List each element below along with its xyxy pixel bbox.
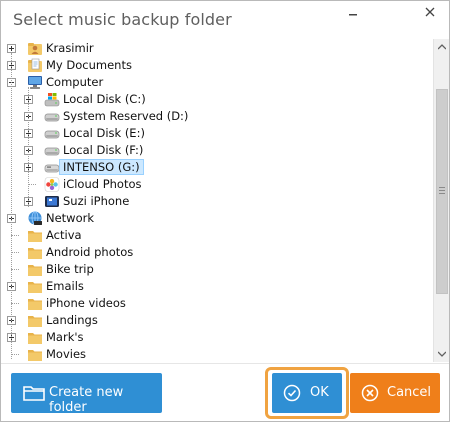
create-new-folder-button[interactable]: Create new folder bbox=[11, 373, 162, 415]
select-folder-dialog: Select music backup folder Krasimir My Do… bbox=[0, 0, 450, 422]
user-folder-icon bbox=[27, 41, 43, 56]
tree-row[interactable]: Local Disk (F:) bbox=[5, 142, 433, 159]
windows-drive-icon bbox=[44, 92, 60, 107]
tree-row[interactable]: Mark's bbox=[5, 329, 433, 346]
tree-row[interactable]: Emails bbox=[5, 278, 433, 295]
tree-row[interactable]: Computer bbox=[5, 74, 433, 91]
tree-row[interactable]: Movies bbox=[5, 346, 433, 362]
tree-item-label: Suzi iPhone bbox=[63, 194, 130, 208]
tree-item-label: Network bbox=[46, 211, 95, 225]
dialog-footer: Create new folder OK Cancel bbox=[1, 363, 449, 421]
tree-item-label-selected: INTENSO (G:) bbox=[59, 159, 144, 175]
expand-icon[interactable] bbox=[7, 44, 16, 53]
folder-icon bbox=[23, 386, 45, 401]
tree-item-label: Activa bbox=[46, 228, 82, 242]
create-new-folder-label: Create new folder bbox=[49, 385, 124, 415]
checkmark-circle-icon bbox=[283, 384, 301, 402]
close-icon bbox=[425, 7, 435, 17]
tree-connector bbox=[11, 53, 12, 359]
scroll-thumb[interactable] bbox=[436, 89, 448, 294]
tree-item-label: Local Disk (E:) bbox=[63, 126, 145, 140]
tree-item-label: Local Disk (C:) bbox=[63, 92, 146, 106]
tree-connector bbox=[28, 184, 36, 185]
folder-icon bbox=[27, 313, 43, 328]
tree-item-label: Landings bbox=[46, 313, 98, 327]
tree-item-label: Krasimir bbox=[46, 41, 94, 55]
tree-item-label: Emails bbox=[46, 279, 84, 293]
folder-icon bbox=[27, 262, 43, 277]
tree-item-label: Bike trip bbox=[46, 262, 94, 276]
scroll-up-button[interactable] bbox=[434, 39, 450, 55]
folder-icon bbox=[27, 347, 43, 362]
drive-icon bbox=[44, 109, 60, 124]
folder-icon bbox=[27, 245, 43, 260]
folder-icon bbox=[27, 330, 43, 345]
arrow-down-icon bbox=[438, 351, 446, 357]
computer-icon bbox=[27, 75, 43, 90]
cancel-button[interactable]: Cancel bbox=[350, 373, 440, 413]
tree-row[interactable]: iPhone videos bbox=[5, 295, 433, 312]
close-button[interactable] bbox=[415, 1, 445, 23]
minimize-icon bbox=[349, 14, 357, 16]
folder-icon bbox=[27, 279, 43, 294]
folder-tree[interactable]: Krasimir My Documents Computer Local Disk (… bbox=[5, 39, 433, 362]
tree-row[interactable]: INTENSO (G:) bbox=[5, 159, 433, 176]
dialog-title: Select music backup folder bbox=[13, 10, 232, 29]
cancel-circle-icon bbox=[361, 384, 379, 402]
documents-folder-icon bbox=[27, 58, 43, 73]
tree-item-label: Computer bbox=[46, 75, 104, 89]
drive-icon bbox=[44, 143, 60, 158]
ok-focus-ring: OK bbox=[265, 367, 349, 419]
tree-row[interactable]: My Documents bbox=[5, 57, 433, 74]
tree-row[interactable]: Network bbox=[5, 210, 433, 227]
usb-drive-icon bbox=[44, 160, 60, 175]
tree-row[interactable]: Local Disk (C:) bbox=[5, 91, 433, 108]
tree-connector bbox=[28, 87, 29, 207]
ok-button[interactable]: OK bbox=[272, 373, 342, 413]
tree-item-label: Mark's bbox=[46, 330, 84, 344]
tree-row[interactable]: Landings bbox=[5, 312, 433, 329]
tree-row[interactable]: Bike trip bbox=[5, 261, 433, 278]
tree-row[interactable]: Local Disk (E:) bbox=[5, 125, 433, 142]
tree-item-label: My Documents bbox=[46, 58, 132, 72]
tree-item-label: iPhone videos bbox=[46, 296, 126, 310]
tree-connector bbox=[11, 269, 19, 270]
tree-connector bbox=[11, 235, 19, 236]
drive-icon bbox=[44, 126, 60, 141]
scroll-down-button[interactable] bbox=[434, 346, 450, 362]
ok-label: OK bbox=[310, 385, 329, 400]
tree-item-label: Movies bbox=[46, 347, 87, 361]
tree-item-label: Android photos bbox=[46, 245, 134, 259]
tree-connector bbox=[11, 252, 19, 253]
minimize-button[interactable] bbox=[338, 1, 368, 23]
tree-connector bbox=[11, 354, 19, 355]
tree-row[interactable]: Activa bbox=[5, 227, 433, 244]
tree-row[interactable]: iCloud Photos bbox=[5, 176, 433, 193]
folder-icon bbox=[27, 228, 43, 243]
tree-item-label: Local Disk (F:) bbox=[63, 143, 144, 157]
tree-connector bbox=[11, 303, 19, 304]
folder-icon bbox=[27, 296, 43, 311]
icloud-photos-icon bbox=[44, 177, 60, 192]
tree-item-label: System Reserved (D:) bbox=[63, 109, 189, 123]
tree-row[interactable]: Android photos bbox=[5, 244, 433, 261]
iphone-icon bbox=[44, 194, 60, 209]
tree-row[interactable]: Krasimir bbox=[5, 40, 433, 57]
vertical-scrollbar[interactable] bbox=[433, 39, 449, 362]
tree-item-label: iCloud Photos bbox=[63, 177, 142, 191]
tree-row[interactable]: Suzi iPhone bbox=[5, 193, 433, 210]
title-bar: Select music backup folder bbox=[1, 1, 449, 39]
network-icon bbox=[27, 211, 43, 226]
arrow-up-icon bbox=[438, 44, 446, 50]
cancel-label: Cancel bbox=[387, 385, 432, 400]
tree-row[interactable]: System Reserved (D:) bbox=[5, 108, 433, 125]
